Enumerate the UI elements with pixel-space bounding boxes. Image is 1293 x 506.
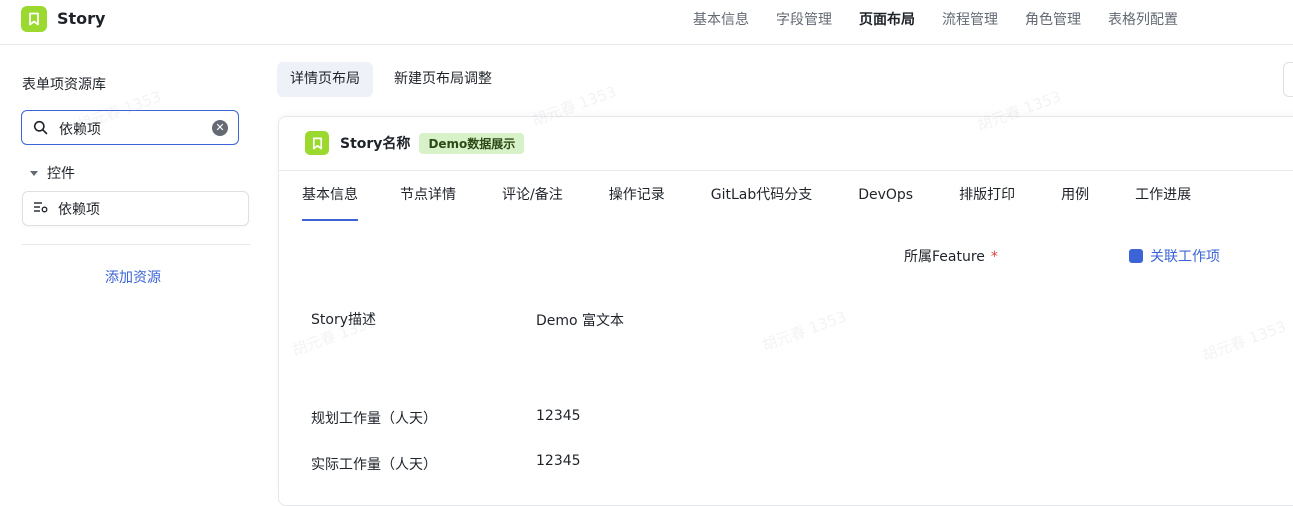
search-icon [33,120,48,139]
link-work-item-label: 关联工作项 [1150,249,1220,265]
topnav-basic-info[interactable]: 基本信息 [693,9,749,29]
topnav-page-layout[interactable]: 页面布局 [859,9,915,29]
tab-basic-info[interactable]: 基本信息 [302,171,358,221]
tab-operation-log[interactable]: 操作记录 [609,171,665,221]
main-area: 详情页布局 新建页布局调整 Story名称 Demo数据展示 基本信息 节点详情… [262,45,1293,506]
actual-effort-label: 实际工作量（人天） [311,457,437,473]
layout-subtabs: 详情页布局 新建页布局调整 [277,62,513,97]
sidebar-title: 表单项资源库 [22,77,106,93]
clear-icon[interactable]: ✕ [212,120,228,136]
search-value[interactable]: 依赖项 [59,119,101,139]
tab-test-cases[interactable]: 用例 [1061,171,1089,221]
story-desc-label: Story描述 [311,312,376,328]
group-controls[interactable]: 控件 [30,163,75,183]
group-label: 控件 [47,166,75,182]
feature-label-text: 所属Feature [904,249,985,265]
resource-search-input[interactable]: 依赖项 ✕ [21,110,239,145]
caret-down-icon [30,170,38,176]
actual-effort-value[interactable]: 12345 [536,453,581,469]
story-logo-icon [21,6,47,32]
resource-item-label: 依赖项 [58,201,100,218]
subtab-detail-layout[interactable]: 详情页布局 [277,62,373,97]
required-mark: * [990,249,998,265]
card-title: Story名称 [340,136,411,152]
link-work-item-button[interactable]: 关联工作项 [1129,246,1220,266]
toolbar-button[interactable] [1283,62,1293,97]
resource-item-dependency[interactable]: 依赖项 [22,191,249,226]
topnav-roles[interactable]: 角色管理 [1025,9,1081,29]
story-icon [305,131,329,155]
planned-effort-label: 规划工作量（人天） [311,411,437,427]
topnav-workflow[interactable]: 流程管理 [942,9,998,29]
app-title: Story [57,9,106,28]
demo-badge: Demo数据展示 [419,132,525,154]
planned-effort-value[interactable]: 12345 [536,408,581,424]
tab-print-layout[interactable]: 排版打印 [959,171,1015,221]
add-resource-link[interactable]: 添加资源 [105,267,161,287]
top-nav: 基本信息 字段管理 页面布局 流程管理 角色管理 表格列配置 [693,9,1205,29]
tab-devops[interactable]: DevOps [858,171,913,221]
top-bar: Story 基本信息 字段管理 页面布局 流程管理 角色管理 表格列配置 [0,0,1293,45]
detail-tabs: 基本信息 节点详情 评论/备注 操作记录 GitLab代码分支 DevOps 排… [302,171,1191,221]
feature-field-label: 所属Feature * [904,246,998,266]
topnav-field-management[interactable]: 字段管理 [776,9,832,29]
work-item-icon [1129,249,1143,263]
layout-preview-card: Story名称 Demo数据展示 基本信息 节点详情 评论/备注 操作记录 Gi… [278,116,1293,506]
resource-sidebar: 表单项资源库 依赖项 ✕ 控件 依赖项 添加资源 [0,45,262,495]
card-header: Story名称 Demo数据展示 [305,131,525,155]
topnav-table-columns[interactable]: 表格列配置 [1108,9,1178,29]
sidebar-divider [22,244,250,245]
subtab-create-layout[interactable]: 新建页布局调整 [381,62,505,97]
tab-node-details[interactable]: 节点详情 [400,171,456,221]
tab-gitlab-branch[interactable]: GitLab代码分支 [711,171,813,221]
story-desc-value[interactable]: Demo 富文本 [536,310,624,330]
list-settings-icon [33,200,49,218]
tab-work-progress[interactable]: 工作进展 [1135,171,1191,221]
tab-comments[interactable]: 评论/备注 [502,171,563,221]
